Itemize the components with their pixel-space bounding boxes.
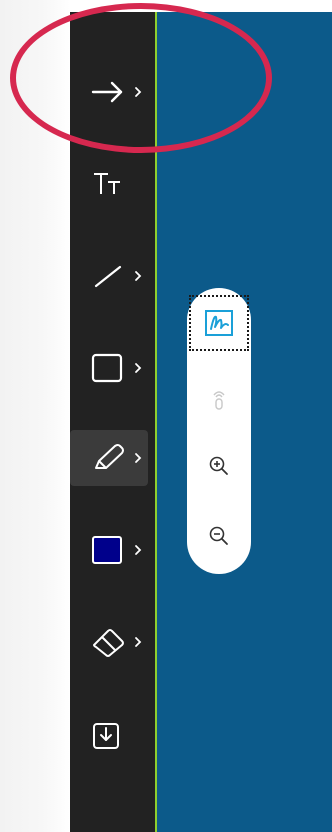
- floating-tool-panel: [187, 288, 251, 574]
- app-page: [0, 0, 332, 832]
- zoom-in-icon: [209, 456, 228, 475]
- square-icon: [91, 353, 123, 383]
- arrow-right-icon: [91, 81, 123, 103]
- ink-mode-button[interactable]: [187, 303, 251, 343]
- zoom-in-button[interactable]: [187, 446, 251, 486]
- rectangle-tool-button[interactable]: [82, 340, 148, 396]
- chevron-right-icon: [135, 271, 142, 281]
- chevron-right-icon: [135, 637, 142, 647]
- text-size-icon: [94, 173, 120, 194]
- arrow-tool-button[interactable]: [82, 64, 148, 120]
- eraser-tool-button[interactable]: [82, 614, 148, 670]
- touch-icon: [213, 391, 225, 410]
- save-tool-button[interactable]: [82, 708, 148, 764]
- color-swatch-icon: [92, 536, 122, 564]
- signature-icon: [205, 310, 233, 336]
- touch-button[interactable]: [187, 380, 251, 420]
- chevron-right-icon: [135, 363, 142, 373]
- line-tool-button[interactable]: [82, 248, 148, 304]
- color-tool-button[interactable]: [82, 522, 148, 578]
- left-margin: [0, 0, 70, 832]
- line-icon: [94, 265, 122, 288]
- chevron-right-icon: [135, 545, 142, 555]
- zoom-out-button[interactable]: [187, 516, 251, 556]
- eraser-icon: [93, 629, 124, 657]
- text-tool-button[interactable]: [82, 156, 148, 212]
- zoom-out-icon: [209, 526, 228, 545]
- pencil-icon: [95, 444, 124, 469]
- chevron-right-icon: [135, 453, 142, 463]
- pen-tool-button[interactable]: [70, 430, 148, 486]
- download-icon: [93, 723, 119, 749]
- chevron-right-icon: [135, 87, 142, 97]
